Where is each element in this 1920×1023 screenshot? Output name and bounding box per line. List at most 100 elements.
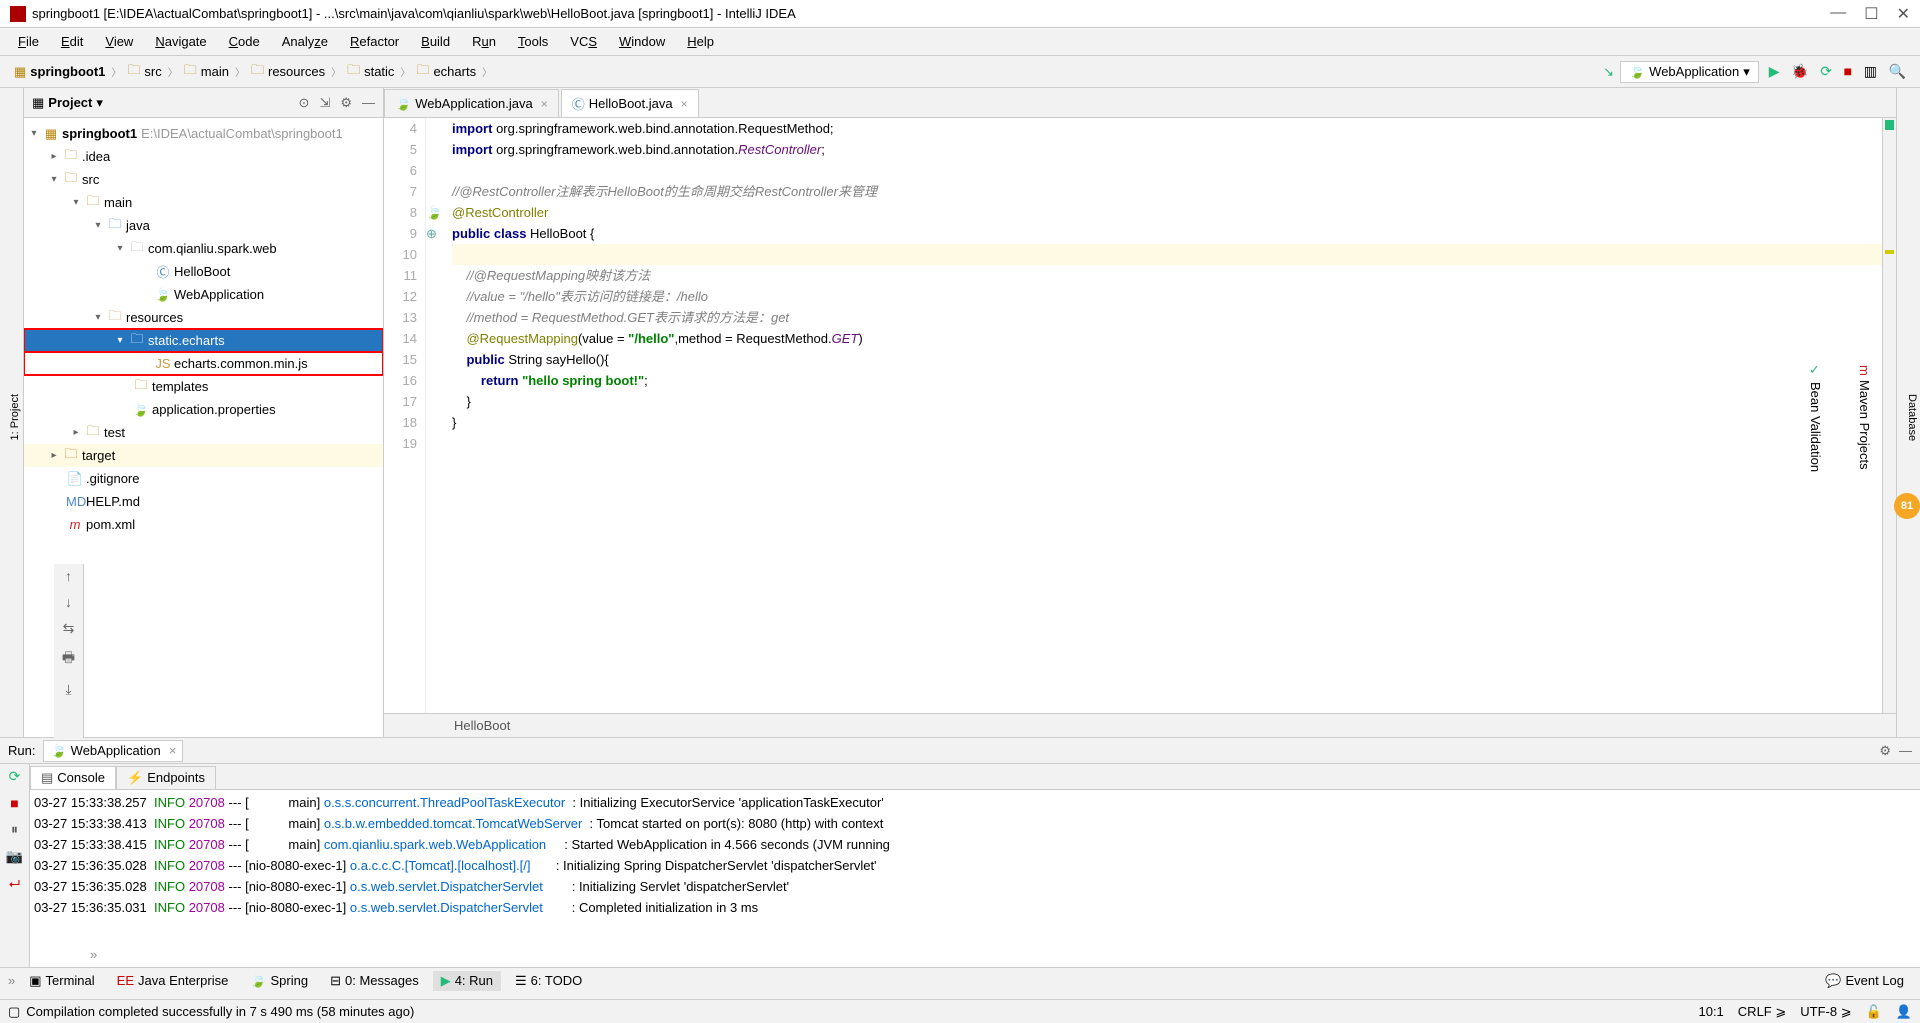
build-icon[interactable]: ↘ [1603, 64, 1614, 80]
hide-icon[interactable]: — [362, 95, 375, 111]
menu-vcs[interactable]: VCS [562, 32, 605, 51]
tree-echarts-min[interactable]: JSecharts.common.min.js [24, 352, 383, 375]
menu-file[interactable]: File [10, 32, 47, 51]
editor-marker-strip[interactable] [1882, 118, 1896, 713]
crumb-echarts[interactable]: 🗀echarts [412, 59, 480, 85]
dump-icon[interactable]: 📷 [6, 848, 23, 865]
close-tab-icon[interactable]: × [681, 97, 688, 111]
editor-tab-helloboot[interactable]: ⒸHelloBoot.java× [561, 89, 699, 117]
bottom-tab-spring[interactable]: 🍃Spring [242, 971, 316, 991]
side-badge[interactable]: 81 [1894, 493, 1920, 519]
bottom-tab-javaee[interactable]: EEJava Enterprise [109, 971, 237, 990]
layout-button[interactable]: ▥ [1864, 63, 1877, 79]
wrap-icon[interactable]: ⇆ [63, 620, 75, 637]
line-ending[interactable]: CRLF ⩾ [1738, 1004, 1786, 1020]
hide-icon[interactable]: — [1899, 743, 1912, 759]
gear-icon[interactable]: ⚙ [340, 95, 352, 111]
tree-templates[interactable]: 🗀templates [24, 375, 383, 398]
tree-app-props[interactable]: 🍃application.properties [24, 398, 383, 421]
menu-view[interactable]: View [97, 32, 141, 51]
tree-java[interactable]: ▾🗀java [24, 214, 383, 237]
editor-breadcrumb[interactable]: HelloBoot [384, 713, 1896, 737]
crumb-static[interactable]: 🗀static [343, 59, 398, 85]
tree-help[interactable]: MDHELP.md [24, 490, 383, 513]
bottom-tab-run[interactable]: ▶4: Run [433, 971, 501, 991]
bottom-tab-todo[interactable]: ☰6: TODO [507, 971, 590, 991]
bottom-tab-messages[interactable]: ⊟0: Messages [322, 971, 427, 991]
right-tab-maven[interactable]: m Maven Projects [1855, 357, 1874, 477]
tree-src[interactable]: ▾🗀src [24, 168, 383, 191]
debug-button[interactable]: 🐞 [1791, 63, 1808, 79]
pause-icon[interactable]: ⏸ [11, 821, 18, 838]
stop-button[interactable]: ■ [1844, 63, 1852, 79]
lock-icon[interactable]: 🔓 [1866, 1004, 1882, 1020]
run-button[interactable]: ▶ [1769, 63, 1780, 79]
left-tab-project[interactable]: 1: Project [7, 386, 23, 448]
tree-resources[interactable]: ▾🗀resources [24, 306, 383, 329]
menu-code[interactable]: Code [221, 32, 268, 51]
exit-icon[interactable]: ⮠ [9, 875, 20, 892]
tree-root[interactable]: ▾▦springboot1E:\IDEA\actualCombat\spring… [24, 122, 383, 145]
method-icon[interactable]: ⊕ [426, 226, 437, 241]
run-tab-webapp[interactable]: 🍃WebApplication× [43, 740, 183, 762]
right-tab-database[interactable]: Database [1904, 386, 1920, 449]
menu-navigate[interactable]: Navigate [147, 32, 214, 51]
menu-refactor[interactable]: Refactor [342, 32, 407, 51]
coverage-button[interactable]: ⟳ [1820, 63, 1832, 79]
tree-main[interactable]: ▾🗀main [24, 191, 383, 214]
close-icon[interactable]: × [169, 743, 177, 758]
run-config-selector[interactable]: 🍃 WebApplication ▾ [1620, 61, 1759, 83]
search-button[interactable]: 🔍 [1889, 63, 1906, 79]
cursor-position[interactable]: 10:1 [1698, 1004, 1723, 1020]
tree-webapp[interactable]: 🍃WebApplication [24, 283, 383, 306]
minimize-button[interactable]: — [1830, 4, 1846, 24]
menu-window[interactable]: Window [611, 32, 673, 51]
tree-pom[interactable]: mpom.xml [24, 513, 383, 536]
down-icon[interactable]: ↓ [65, 594, 72, 610]
print-icon[interactable]: 🖶 [62, 647, 75, 671]
expand-icon[interactable]: » [90, 947, 97, 967]
crumb-resources[interactable]: 🗀resources [247, 59, 329, 85]
crumb-src[interactable]: 🗀src [123, 59, 165, 85]
bottom-tab-eventlog[interactable]: 💬Event Log [1817, 971, 1912, 991]
menu-build[interactable]: Build [413, 32, 458, 51]
gear-icon[interactable]: ⚙ [1879, 743, 1891, 759]
code-area[interactable]: import org.springframework.web.bind.anno… [446, 118, 1882, 713]
collapse-all-icon[interactable]: ⇲ [319, 95, 330, 111]
crumb-main[interactable]: 🗀main [180, 59, 233, 85]
stop-icon[interactable]: ■ [10, 795, 18, 811]
run-line-icon[interactable]: 🍃 [426, 205, 442, 220]
expand-all-icon[interactable]: » [8, 973, 15, 988]
scroll-from-source-icon[interactable]: ⊙ [299, 95, 310, 111]
up-icon[interactable]: ↑ [65, 568, 72, 584]
menu-tools[interactable]: Tools [510, 32, 556, 51]
subtab-console[interactable]: ▤Console [30, 766, 116, 790]
console-output[interactable]: 03-27 15:33:38.257 INFO 20708 --- [ main… [30, 790, 1920, 947]
hektor-icon[interactable]: 👤 [1896, 1004, 1912, 1020]
maximize-button[interactable]: ☐ [1864, 4, 1878, 24]
tree-static-echarts[interactable]: ▾🗀static.echarts [24, 329, 383, 352]
close-button[interactable]: ✕ [1897, 4, 1910, 24]
subtab-endpoints[interactable]: ⚡Endpoints [116, 766, 216, 790]
editor-body[interactable]: 45678910111213141516171819 🍃⊕ import org… [384, 118, 1896, 713]
rerun-icon[interactable]: ⟳ [9, 768, 21, 785]
tree-gitignore[interactable]: 📄.gitignore [24, 467, 383, 490]
tree-idea[interactable]: ▸🗀.idea [24, 145, 383, 168]
chevron-down-icon[interactable]: ▾ [96, 95, 103, 111]
warning-mark[interactable] [1885, 250, 1894, 254]
menu-edit[interactable]: Edit [53, 32, 91, 51]
tree-package[interactable]: ▾🗀com.qianliu.spark.web [24, 237, 383, 260]
right-tab-bean[interactable]: ✓ Bean Validation [1806, 355, 1825, 480]
menu-help[interactable]: Help [679, 32, 722, 51]
close-tab-icon[interactable]: × [541, 97, 548, 111]
menu-analyze[interactable]: Analyze [274, 32, 336, 51]
tree-test[interactable]: ▸🗀test [24, 421, 383, 444]
bottom-tab-terminal[interactable]: ▣Terminal [21, 971, 102, 991]
crumb-project[interactable]: ▦springboot1 [10, 62, 109, 82]
menu-run[interactable]: Run [464, 32, 504, 51]
encoding[interactable]: UTF-8 ⩾ [1800, 1004, 1851, 1020]
editor-tab-webapp[interactable]: 🍃WebApplication.java× [384, 89, 559, 117]
tree-target[interactable]: ▸🗀target [24, 444, 383, 467]
scroll-icon[interactable]: ⤓ [65, 681, 71, 698]
tree-helloboot[interactable]: ⒸHelloBoot [24, 260, 383, 283]
